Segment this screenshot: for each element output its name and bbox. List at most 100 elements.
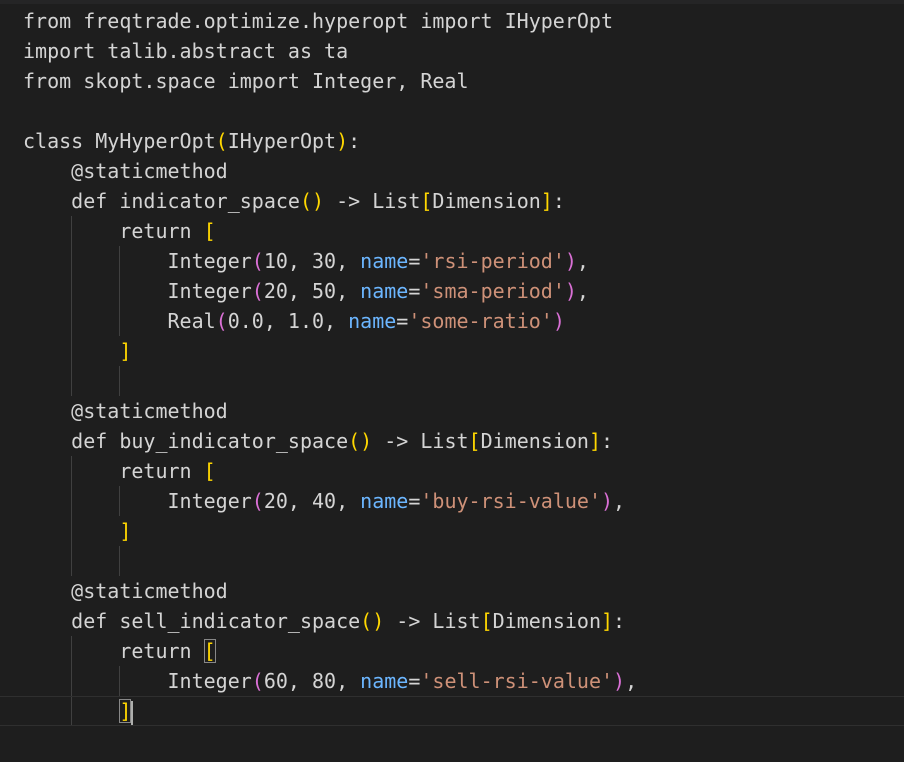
indent-guide <box>71 546 73 576</box>
code-token: Integer <box>23 669 252 693</box>
code-line[interactable]: def buy_indicator_space() -> List[Dimens… <box>23 426 904 456</box>
code-token: ) <box>336 129 349 153</box>
code-token: -> List <box>384 609 481 633</box>
code-token: ] <box>540 189 553 213</box>
code-line[interactable]: Real(0.0, 1.0, name='some-ratio') <box>23 306 904 336</box>
code-line[interactable]: import talib.abstract as ta <box>23 36 904 66</box>
code-token: , <box>576 279 589 303</box>
indent-guide <box>71 246 73 276</box>
code-token: @staticmethod <box>23 399 228 423</box>
code-token: 20, 40, <box>263 489 361 513</box>
code-line[interactable]: def sell_indicator_space() -> List[Dimen… <box>23 606 904 636</box>
code-token: IHyperOpt <box>227 129 337 153</box>
code-token: def buy_indicator_space <box>23 429 349 453</box>
code-token: = <box>408 249 421 273</box>
code-token: return <box>23 219 204 243</box>
code-token: = <box>408 489 421 513</box>
indent-guide <box>119 486 121 516</box>
code-token: ] <box>588 429 601 453</box>
code-token: @staticmethod <box>23 159 228 183</box>
code-line[interactable]: @staticmethod <box>23 576 904 606</box>
code-line[interactable]: ] <box>23 516 904 546</box>
code-line[interactable]: from skopt.space import Integer, Real <box>23 66 904 96</box>
code-line[interactable]: @staticmethod <box>23 396 904 426</box>
code-token: -> List <box>372 429 469 453</box>
code-token: () <box>360 609 385 633</box>
code-token: ( <box>251 279 264 303</box>
code-token: def indicator_space <box>23 189 300 213</box>
editor-top-border <box>0 0 904 4</box>
code-token: [ <box>480 609 493 633</box>
code-line[interactable]: Integer(60, 80, name='sell-rsi-value'), <box>23 666 904 696</box>
code-token: , <box>576 249 589 273</box>
indent-guide <box>71 216 73 246</box>
code-token: from freqtrade.optimize.hyperopt import … <box>23 9 614 33</box>
code-editor[interactable]: from freqtrade.optimize.hyperopt import … <box>0 0 904 762</box>
code-token: = <box>408 669 421 693</box>
code-line[interactable]: Integer(10, 30, name='rsi-period'), <box>23 246 904 276</box>
code-line[interactable] <box>23 546 904 576</box>
code-token: Dimension <box>480 429 589 453</box>
code-token: ) <box>552 309 565 333</box>
code-token: Integer <box>23 249 252 273</box>
code-token: return <box>23 459 204 483</box>
code-token: : <box>552 189 565 213</box>
code-line[interactable]: def indicator_space() -> List[Dimension]… <box>23 186 904 216</box>
code-token: return <box>23 639 204 663</box>
code-line[interactable]: return [ <box>23 636 904 666</box>
code-token: [ <box>203 459 216 483</box>
code-token: class MyHyperOpt <box>23 129 216 153</box>
code-token: from skopt.space import Integer, Real <box>23 69 469 93</box>
code-token: () <box>299 189 325 213</box>
code-line[interactable]: @staticmethod <box>23 156 904 186</box>
indent-guide <box>119 366 121 396</box>
code-line[interactable]: Integer(20, 50, name='sma-period'), <box>23 276 904 306</box>
code-token: ( <box>251 249 264 273</box>
code-token: 'some-ratio' <box>408 309 553 333</box>
code-line[interactable] <box>23 96 904 126</box>
code-token: ) <box>564 249 577 273</box>
code-line[interactable]: return [ <box>23 216 904 246</box>
code-token: 'sma-period' <box>420 279 565 303</box>
code-line[interactable]: return [ <box>23 456 904 486</box>
code-token: ( <box>251 489 264 513</box>
indent-guide <box>71 336 73 366</box>
code-token: ( <box>215 129 228 153</box>
code-token: ] <box>601 609 614 633</box>
code-line[interactable]: ] <box>23 336 904 366</box>
code-token: name <box>348 309 397 333</box>
code-token: name <box>360 249 409 273</box>
code-token: ( <box>215 309 228 333</box>
code-token: Dimension <box>432 189 541 213</box>
code-lines[interactable]: from freqtrade.optimize.hyperopt import … <box>0 6 904 726</box>
code-token: = <box>408 279 421 303</box>
code-token: Integer <box>23 489 252 513</box>
indent-guide <box>119 666 121 696</box>
code-token: ) <box>564 279 577 303</box>
code-token: , <box>625 669 638 693</box>
code-token: -> List <box>324 189 421 213</box>
indent-guide <box>71 366 73 396</box>
code-token: 60, 80, <box>263 669 361 693</box>
code-line[interactable]: Integer(20, 40, name='buy-rsi-value'), <box>23 486 904 516</box>
code-token: ( <box>251 669 264 693</box>
code-token: ] <box>119 519 132 543</box>
code-line[interactable]: from freqtrade.optimize.hyperopt import … <box>23 6 904 36</box>
code-line[interactable]: class MyHyperOpt(IHyperOpt): <box>23 126 904 156</box>
code-token: name <box>360 489 409 513</box>
code-token: [ <box>203 219 216 243</box>
code-token: 'rsi-period' <box>420 249 565 273</box>
code-token: name <box>360 279 409 303</box>
code-token: 0.0, 1.0, <box>227 309 349 333</box>
code-token: @staticmethod <box>23 579 228 603</box>
code-token: : <box>348 129 361 153</box>
code-line[interactable] <box>23 366 904 396</box>
code-token: 'buy-rsi-value' <box>420 489 601 513</box>
code-token: , <box>613 489 626 513</box>
indent-guide <box>71 486 73 516</box>
indent-guide <box>71 666 73 696</box>
code-token: ] <box>119 339 132 363</box>
code-token: ) <box>613 669 626 693</box>
indent-guide <box>71 276 73 306</box>
code-token: def sell_indicator_space <box>23 609 361 633</box>
